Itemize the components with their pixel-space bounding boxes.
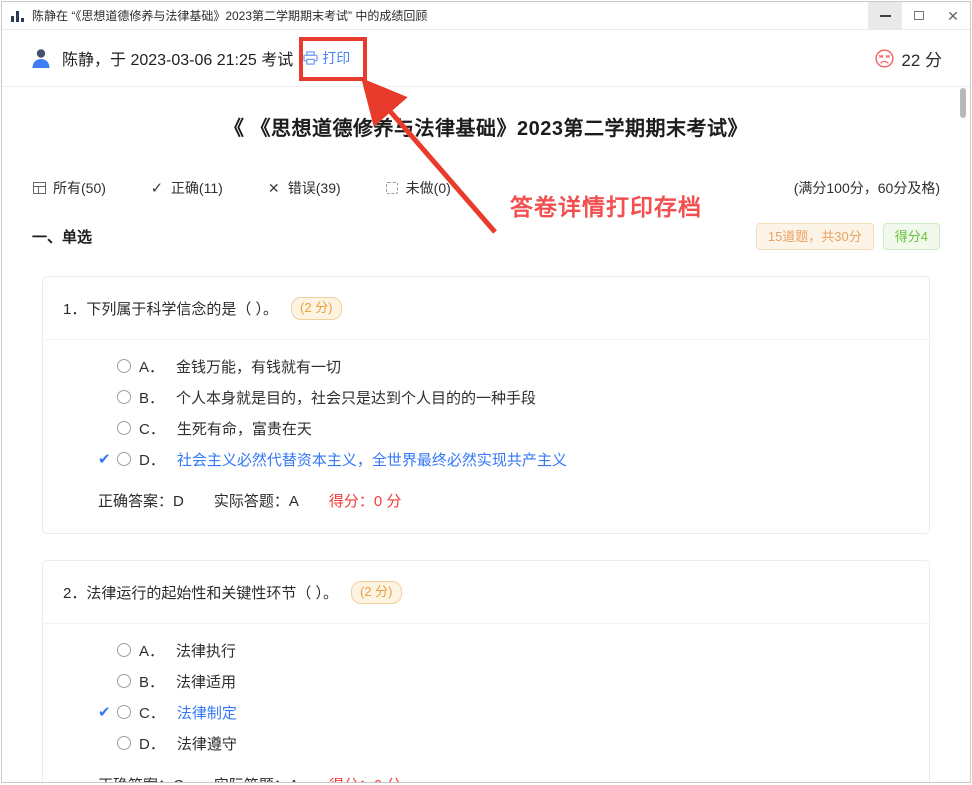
option-letter: A．: [139, 640, 164, 661]
user-exam-time: 陈静，于 2023-03-06 21:25 考试: [62, 46, 293, 70]
option-row: ✔ B． 法律适用: [43, 666, 929, 697]
option-letter: B．: [139, 671, 164, 692]
question-2-options: ✔ A． 法律执行 ✔ B． 法律适用 ✔ C． 法律制定: [43, 624, 929, 761]
question-1-title: 1．下列属于科学信念的是（ ）。: [63, 298, 278, 319]
radio-icon[interactable]: [117, 674, 131, 688]
radio-icon[interactable]: [117, 452, 131, 466]
total-score-value: 22 分: [901, 46, 942, 71]
question-score: 得分：0 分: [329, 490, 402, 511]
actual-answer: 实际答题：A: [214, 490, 299, 511]
exam-title: 《 《思想道德修养与法律基础》2023第二学期期末考试》: [32, 112, 940, 141]
printer-icon: [303, 51, 318, 65]
question-card-2: 2．法律运行的起始性和关键性环节（ ）。 (2 分) ✔ A． 法律执行 ✔ B…: [42, 560, 930, 783]
option-text: 金钱万能，有钱就有一切: [176, 356, 341, 377]
check-icon: ✔: [98, 703, 117, 721]
bar-chart-icon: [10, 9, 26, 23]
question-2-answer-line: 正确答案：C 实际答题：A 得分：0 分: [43, 761, 929, 783]
vertical-scrollbar[interactable]: [960, 88, 966, 118]
section-header: 一、单选 15道题，共30分 得分4: [32, 223, 940, 250]
tab-correct[interactable]: ✓ 正确(11): [150, 178, 223, 198]
review-content: 《 《思想道德修养与法律基础》2023第二学期期末考试》 所有(50) ✓ 正确…: [2, 112, 970, 783]
question-1-answer-line: 正确答案：D 实际答题：A 得分：0 分: [43, 477, 929, 533]
print-button[interactable]: 打印: [303, 48, 350, 68]
question-card-1: 1．下列属于科学信念的是（ ）。 (2 分) ✔ A． 金钱万能，有钱就有一切 …: [42, 276, 930, 534]
radio-icon[interactable]: [117, 359, 131, 373]
tab-undone[interactable]: 未做(0): [385, 178, 451, 198]
app-window: 陈静在 “《思想道德修养与法律基础》2023第二学期期末考试” 中的成绩回顾 ✕…: [1, 1, 971, 783]
option-text: 法律执行: [176, 640, 236, 661]
minimize-icon: [880, 15, 891, 17]
option-letter: D．: [139, 449, 165, 470]
filter-tabs: 所有(50) ✓ 正确(11) ✕ 错误(39) 未做(0) (满分100分，6…: [32, 178, 940, 198]
maximize-icon: [914, 11, 924, 20]
check-icon: ✔: [98, 450, 117, 468]
option-row: ✔ D． 法律遵守: [43, 728, 929, 759]
option-text: 法律适用: [176, 671, 236, 692]
question-score: 得分：0 分: [329, 774, 402, 783]
check-icon: ✓: [150, 181, 164, 195]
option-row: ✔ B． 个人本身就是目的，社会只是达到个人目的的一种手段: [43, 382, 929, 413]
tab-undone-label: 未做(0): [406, 178, 451, 198]
maximize-button[interactable]: [902, 2, 936, 30]
result-header: 陈静，于 2023-03-06 21:25 考试 打印 22 分: [2, 30, 970, 87]
radio-icon[interactable]: [117, 390, 131, 404]
titlebar: 陈静在 “《思想道德修养与法律基础》2023第二学期期末考试” 中的成绩回顾 ✕: [2, 2, 970, 30]
dashed-square-icon: [385, 181, 399, 195]
print-label: 打印: [322, 48, 350, 68]
question-2-header: 2．法律运行的起始性和关键性环节（ ）。 (2 分): [43, 561, 929, 624]
option-row: ✔ A． 法律执行: [43, 635, 929, 666]
radio-icon[interactable]: [117, 421, 131, 435]
option-letter: C．: [139, 418, 165, 439]
option-row-correct: ✔ C． 法律制定: [43, 697, 929, 728]
actual-answer: 实际答题：A: [214, 774, 299, 783]
correct-answer: 正确答案：C: [98, 774, 184, 783]
correct-answer: 正确答案：D: [98, 490, 184, 511]
option-row: ✔ A． 金钱万能，有钱就有一切: [43, 351, 929, 382]
tab-all-label: 所有(50): [53, 178, 106, 198]
option-letter: A．: [139, 356, 164, 377]
section-count-badge: 15道题，共30分: [756, 223, 874, 250]
tab-correct-label: 正确(11): [171, 178, 223, 198]
radio-icon[interactable]: [117, 736, 131, 750]
tab-all[interactable]: 所有(50): [32, 178, 106, 198]
total-score: 22 分: [875, 46, 942, 71]
avatar-icon: [30, 47, 52, 69]
close-icon: ✕: [947, 9, 959, 23]
option-text: 生死有命，富贵在天: [177, 418, 312, 439]
x-icon: ✕: [267, 181, 281, 195]
tab-wrong[interactable]: ✕ 错误(39): [267, 178, 341, 198]
radio-icon[interactable]: [117, 643, 131, 657]
option-text: 社会主义必然代替资本主义，全世界最终必然实现共产主义: [177, 449, 567, 470]
question-1-options: ✔ A． 金钱万能，有钱就有一切 ✔ B． 个人本身就是目的，社会只是达到个人目…: [43, 340, 929, 477]
question-2-score-badge: (2 分): [351, 581, 402, 604]
option-row-correct: ✔ D． 社会主义必然代替资本主义，全世界最终必然实现共产主义: [43, 444, 929, 475]
section-score-badge: 得分4: [883, 223, 940, 250]
option-letter: D．: [139, 733, 165, 754]
option-row: ✔ C． 生死有命，富贵在天: [43, 413, 929, 444]
window-title: 陈静在 “《思想道德修养与法律基础》2023第二学期期末考试” 中的成绩回顾: [32, 7, 427, 24]
radio-icon[interactable]: [117, 705, 131, 719]
angry-face-icon: [875, 49, 894, 68]
option-letter: B．: [139, 387, 164, 408]
option-text: 个人本身就是目的，社会只是达到个人目的的一种手段: [176, 387, 536, 408]
section-badges: 15道题，共30分 得分4: [756, 223, 940, 250]
option-text: 法律制定: [177, 702, 237, 723]
question-2-title: 2．法律运行的起始性和关键性环节（ ）。: [63, 582, 338, 603]
tab-wrong-label: 错误(39): [288, 178, 341, 198]
question-1-score-badge: (2 分): [291, 297, 342, 320]
minimize-button[interactable]: [868, 2, 902, 30]
option-letter: C．: [139, 702, 165, 723]
close-button[interactable]: ✕: [936, 2, 970, 30]
pass-criteria: (满分100分，60分及格): [794, 178, 940, 198]
window-controls: ✕: [868, 2, 970, 30]
grid-icon: [32, 181, 46, 195]
question-1-header: 1．下列属于科学信念的是（ ）。 (2 分): [43, 277, 929, 340]
section-title: 一、单选: [32, 226, 92, 247]
option-text: 法律遵守: [177, 733, 237, 754]
